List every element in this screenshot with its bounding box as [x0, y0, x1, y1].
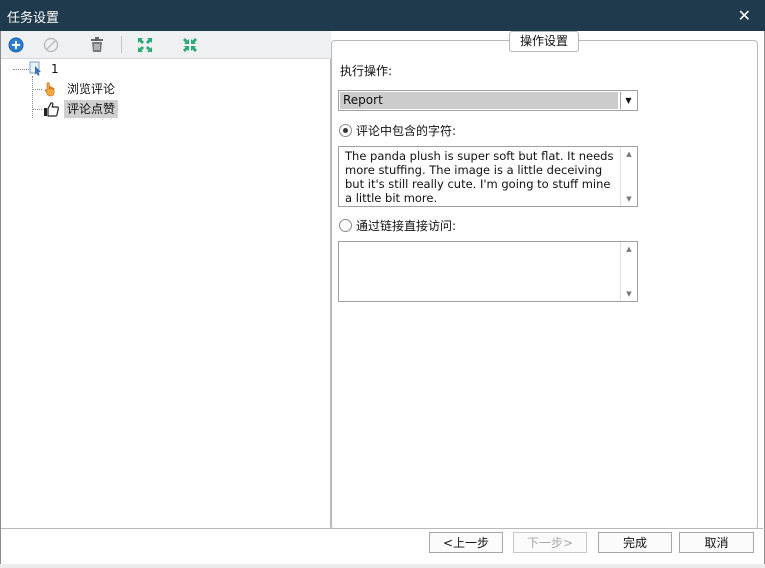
- textarea-scrollbar[interactable]: ▲ ▼: [620, 147, 637, 206]
- textarea-scrollbar[interactable]: ▲ ▼: [620, 242, 637, 301]
- thumbs-up-icon: [44, 102, 59, 117]
- disabled-icon[interactable]: [40, 34, 62, 56]
- expand-icon[interactable]: [134, 34, 156, 56]
- tree-toolbar: [1, 31, 331, 59]
- scroll-down-icon[interactable]: ▼: [621, 290, 637, 298]
- option2-textarea[interactable]: ▲ ▼: [338, 241, 638, 302]
- delete-icon[interactable]: [86, 34, 108, 56]
- panel-title: 操作设置: [509, 31, 579, 52]
- action-select-value: Report: [340, 92, 618, 109]
- next-button[interactable]: 下一步>: [513, 532, 587, 553]
- option1-label: 评论中包含的字符:: [356, 124, 457, 138]
- pointer-icon: [29, 61, 41, 76]
- tree-root-node[interactable]: 1: [29, 60, 62, 78]
- action-select[interactable]: Report ▼: [338, 90, 638, 111]
- title-bar: 任务设置 ✕: [0, 0, 765, 31]
- scroll-up-icon[interactable]: ▲: [621, 245, 637, 253]
- action-label: 执行操作:: [340, 64, 393, 78]
- finish-button[interactable]: 完成: [598, 532, 672, 553]
- bottom-edge: [0, 564, 765, 568]
- option1-textarea[interactable]: The panda plush is super soft but flat. …: [338, 146, 638, 207]
- task-tree: 1 浏览评论 评论点赞: [1, 59, 331, 528]
- tree-item-browse[interactable]: 浏览评论: [43, 80, 118, 98]
- tree-item-like[interactable]: 评论点赞: [43, 100, 119, 118]
- cancel-button[interactable]: 取消: [679, 532, 754, 553]
- option1-text: The panda plush is super soft but flat. …: [345, 149, 618, 205]
- collapse-icon[interactable]: [179, 34, 201, 56]
- option1-radio[interactable]: [339, 124, 352, 137]
- scroll-down-icon[interactable]: ▼: [621, 195, 637, 203]
- scroll-up-icon[interactable]: ▲: [621, 150, 637, 158]
- chevron-down-icon[interactable]: ▼: [620, 92, 636, 109]
- option2-label: 通过链接直接访问:: [356, 219, 457, 233]
- tree-root-label: 1: [51, 62, 59, 76]
- option2-radio[interactable]: [339, 219, 352, 232]
- hand-cursor-icon: [44, 82, 55, 97]
- tree-item-label: 浏览评论: [67, 82, 116, 96]
- window-title: 任务设置: [7, 11, 60, 26]
- add-icon[interactable]: [5, 34, 27, 56]
- tree-item-label: 评论点赞: [64, 100, 119, 118]
- prev-button[interactable]: <上一步: [429, 532, 503, 553]
- close-icon[interactable]: ✕: [738, 6, 751, 25]
